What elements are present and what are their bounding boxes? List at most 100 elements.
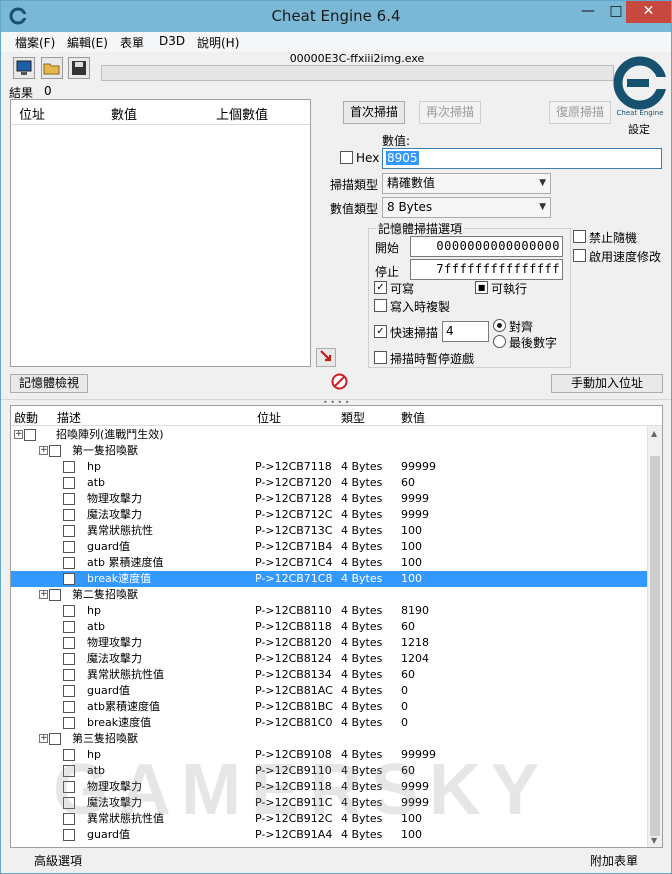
memory-scan-options-title: 記憶體掃描選項 — [376, 220, 465, 237]
active-checkbox[interactable] — [49, 445, 61, 457]
col-description[interactable]: 描述 — [57, 409, 81, 426]
active-checkbox[interactable] — [63, 701, 75, 713]
copy-on-write-checkbox[interactable] — [374, 299, 387, 312]
scan-results-list[interactable]: 位址 數值 上個數值 — [10, 99, 311, 367]
stop-address-input[interactable]: 7fffffffffffffff — [410, 259, 563, 280]
advanced-options-button[interactable]: 高級選項 — [34, 852, 82, 869]
active-checkbox[interactable] — [63, 669, 75, 681]
minimize-button[interactable]: — — [573, 1, 603, 23]
col-previous-value[interactable]: 上個數值 — [216, 104, 268, 123]
menu-help[interactable]: 說明(H) — [197, 34, 239, 51]
scan-type-select[interactable]: 精確數值 ▼ — [382, 173, 551, 194]
active-checkbox[interactable] — [63, 605, 75, 617]
table-row[interactable]: 異常狀態抗性 P->12CB713C 4 Bytes 100 — [11, 523, 648, 539]
active-checkbox[interactable] — [49, 733, 61, 745]
menu-d3d[interactable]: D3D — [159, 34, 185, 48]
col-value[interactable]: 數值 — [111, 104, 137, 123]
table-row[interactable]: 物理攻擊力 P->12CB7128 4 Bytes 9999 — [11, 491, 648, 507]
table-row[interactable]: + 第一隻招喚獸 — [11, 443, 648, 459]
table-extras-button[interactable]: 附加表單 — [590, 852, 638, 869]
table-row[interactable]: break速度值 P->12CB81C0 4 Bytes 0 — [11, 715, 648, 731]
active-checkbox[interactable] — [63, 557, 75, 569]
table-row[interactable]: 異常狀態抗性值 P->12CB8134 4 Bytes 60 — [11, 667, 648, 683]
copy-to-list-button[interactable] — [316, 348, 336, 367]
save-file-button[interactable] — [68, 57, 90, 79]
table-row[interactable]: atb P->12CB7120 4 Bytes 60 — [11, 475, 648, 491]
active-checkbox[interactable] — [63, 461, 75, 473]
expand-toggle-icon[interactable]: + — [39, 734, 48, 743]
unrandomizer-checkbox[interactable] — [573, 230, 586, 243]
table-row[interactable]: + 第三隻招喚獸 — [11, 731, 648, 747]
start-address-input[interactable]: 0000000000000000 — [410, 236, 563, 257]
alignment-radio[interactable] — [493, 319, 506, 332]
value-type-select[interactable]: 8 Bytes ▼ — [382, 197, 551, 218]
table-row[interactable]: guard值 P->12CB81AC 4 Bytes 0 — [11, 683, 648, 699]
col-address[interactable]: 位址 — [257, 409, 281, 426]
expand-toggle-icon[interactable]: + — [39, 590, 48, 599]
last-digits-radio[interactable] — [493, 335, 506, 348]
settings-label[interactable]: 設定 — [628, 121, 650, 137]
active-checkbox[interactable] — [49, 589, 61, 601]
main-window: Cheat Engine 6.4 — □ ✕ 檔案(F) 編輯(E) 表單 D3… — [0, 0, 672, 874]
active-checkbox[interactable] — [63, 637, 75, 649]
vertical-scrollbar[interactable]: ▲ ▼ — [647, 426, 662, 847]
executable-checkbox[interactable]: ■ — [475, 281, 488, 294]
active-checkbox[interactable] — [63, 717, 75, 729]
col-active[interactable]: 啟動 — [14, 409, 38, 426]
table-row[interactable]: atb累積速度值 P->12CB81BC 4 Bytes 0 — [11, 699, 648, 715]
fast-scan-checkbox[interactable]: ✓ — [374, 325, 387, 338]
table-row[interactable]: guard值 P->12CB71B4 4 Bytes 100 — [11, 539, 648, 555]
active-checkbox[interactable] — [63, 685, 75, 697]
table-row[interactable]: hp P->12CB7118 4 Bytes 99999 — [11, 459, 648, 475]
first-scan-button[interactable]: 首次掃描 — [343, 101, 405, 124]
speedhack-checkbox[interactable] — [573, 249, 586, 262]
add-address-manually-button[interactable]: 手動加入位址 — [551, 374, 663, 393]
active-checkbox[interactable] — [63, 509, 75, 521]
title-bar[interactable]: Cheat Engine 6.4 — □ ✕ — [1, 1, 671, 32]
table-row[interactable]: 魔法攻擊力 P->12CB712C 4 Bytes 9999 — [11, 507, 648, 523]
stop-icon[interactable] — [331, 373, 348, 390]
floppy-disk-icon — [72, 61, 86, 75]
memory-view-button[interactable]: 記憶體檢視 — [10, 374, 88, 393]
menu-file[interactable]: 檔案(F) — [15, 34, 55, 51]
expand-toggle-icon[interactable]: + — [14, 430, 23, 439]
cheat-engine-logo[interactable]: Cheat Engine — [613, 53, 667, 119]
table-row[interactable]: atb P->12CB8118 4 Bytes 60 — [11, 619, 648, 635]
table-row[interactable]: 魔法攻擊力 P->12CB8124 4 Bytes 1204 — [11, 651, 648, 667]
select-process-button[interactable] — [13, 57, 35, 79]
col-value[interactable]: 數值 — [401, 409, 425, 426]
active-checkbox[interactable] — [63, 541, 75, 553]
active-checkbox[interactable] — [63, 653, 75, 665]
menu-edit[interactable]: 編輯(E) — [67, 34, 108, 51]
scroll-up-icon[interactable]: ▲ — [651, 429, 657, 438]
col-type[interactable]: 類型 — [341, 409, 365, 426]
pause-game-checkbox[interactable] — [374, 351, 387, 364]
table-row[interactable]: break速度值 P->12CB71C8 4 Bytes 100 — [11, 571, 648, 587]
hex-checkbox[interactable] — [340, 151, 353, 164]
active-checkbox[interactable] — [63, 493, 75, 505]
value-label: 數值: — [382, 134, 411, 148]
scrollbar-thumb[interactable] — [650, 456, 660, 836]
active-checkbox[interactable] — [63, 525, 75, 537]
table-row[interactable]: atb 累積速度值 P->12CB71C4 4 Bytes 100 — [11, 555, 648, 571]
table-row[interactable]: hp P->12CB8110 4 Bytes 8190 — [11, 603, 648, 619]
active-checkbox[interactable] — [24, 429, 36, 441]
value-input[interactable]: 8905 — [382, 148, 662, 169]
table-row[interactable]: + 第二隻招喚獸 — [11, 587, 648, 603]
active-checkbox[interactable] — [63, 621, 75, 633]
close-button[interactable]: ✕ — [626, 1, 671, 23]
menu-table[interactable]: 表單 — [120, 34, 144, 51]
row-address: P->12CB8118 — [255, 620, 332, 633]
table-row[interactable]: + 招喚陣列(進戰鬥生效) — [11, 427, 648, 443]
active-checkbox[interactable] — [63, 573, 75, 585]
col-address[interactable]: 位址 — [19, 104, 45, 123]
active-checkbox[interactable] — [63, 477, 75, 489]
undo-scan-button[interactable]: 復原掃描 — [549, 101, 611, 124]
fast-scan-alignment-input[interactable]: 4 — [442, 321, 489, 342]
next-scan-button[interactable]: 再次掃描 — [419, 101, 481, 124]
expand-toggle-icon[interactable]: + — [39, 446, 48, 455]
open-file-button[interactable] — [41, 57, 63, 79]
writable-checkbox[interactable]: ✓ — [374, 281, 387, 294]
scroll-down-icon[interactable]: ▼ — [651, 836, 657, 845]
table-row[interactable]: 物理攻擊力 P->12CB8120 4 Bytes 1218 — [11, 635, 648, 651]
